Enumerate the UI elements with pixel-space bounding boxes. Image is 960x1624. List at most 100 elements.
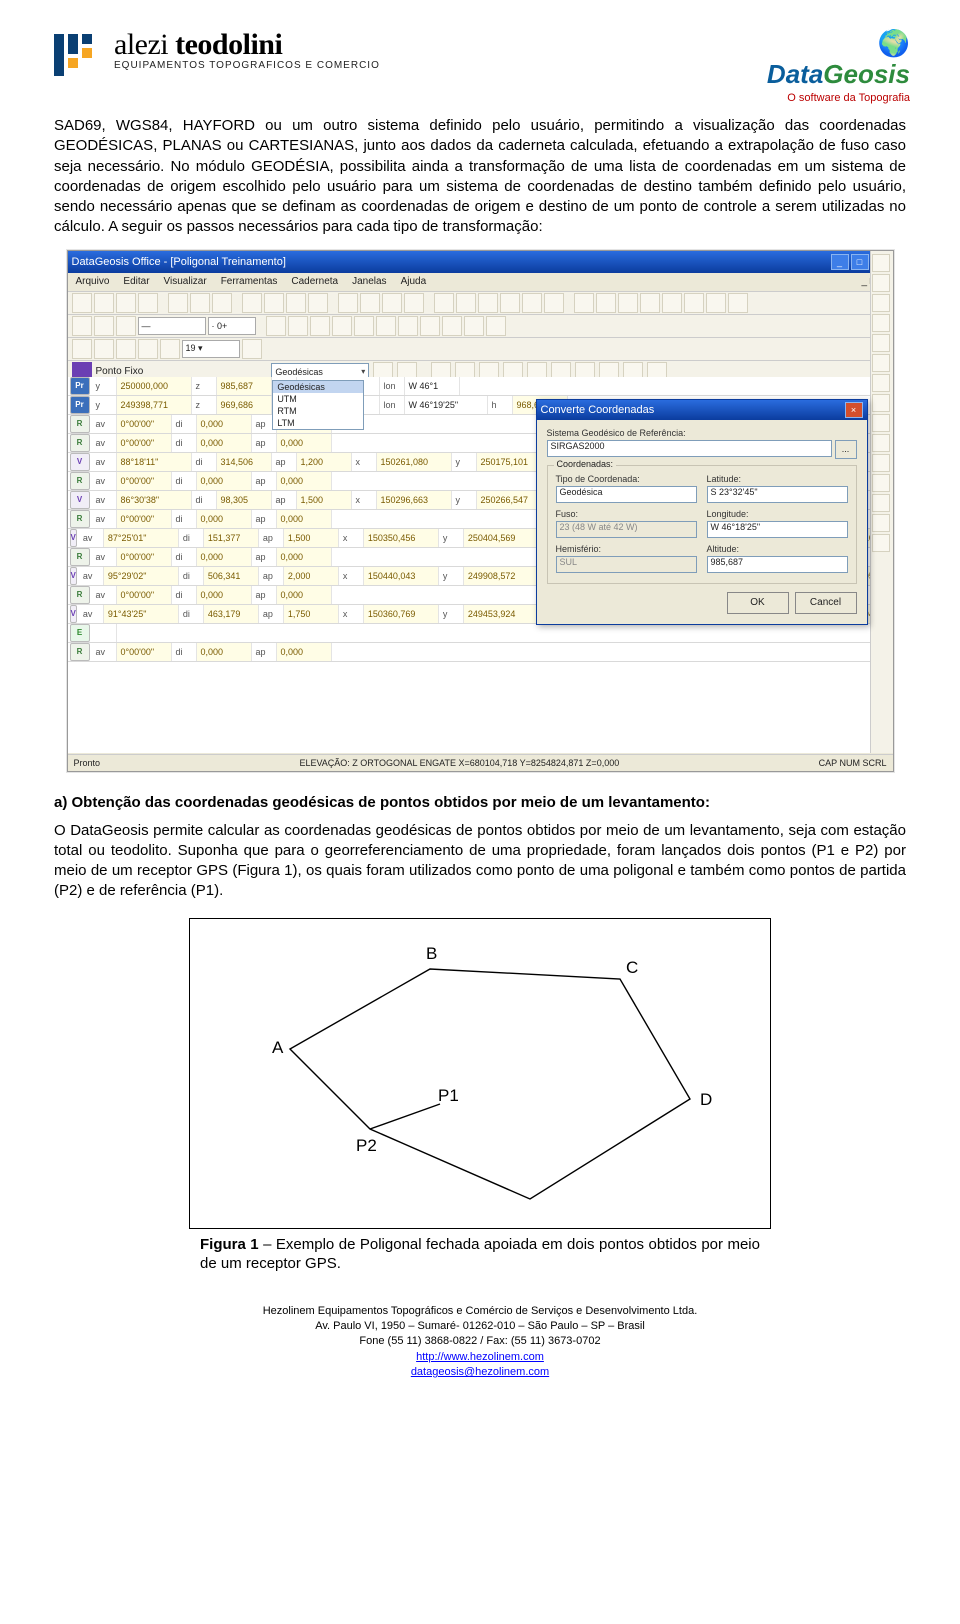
table-cell[interactable]: av xyxy=(92,472,117,490)
toolbar-button[interactable] xyxy=(456,293,476,313)
table-cell[interactable]: ap xyxy=(272,491,297,509)
table-cell[interactable]: di xyxy=(172,434,197,452)
toolbar-button[interactable] xyxy=(706,293,726,313)
table-cell[interactable]: ap xyxy=(272,453,297,471)
table-cell[interactable]: di xyxy=(172,643,197,661)
lat-input[interactable]: S 23°32'45" xyxy=(707,486,848,503)
cancel-button[interactable]: Cancel xyxy=(795,592,857,614)
table-cell[interactable]: 250404,569 xyxy=(464,529,539,547)
table-cell[interactable]: av xyxy=(79,529,104,547)
table-cell[interactable]: 0,000 xyxy=(277,434,332,452)
table-cell[interactable]: 249398,771 xyxy=(117,396,192,414)
toolbar-button[interactable] xyxy=(94,293,114,313)
table-cell[interactable]: lon xyxy=(380,377,405,395)
toolbar-button[interactable] xyxy=(116,293,136,313)
table-cell[interactable]: av xyxy=(92,453,117,471)
table-cell[interactable]: W 46°1 xyxy=(405,377,460,395)
rtool-button[interactable] xyxy=(872,434,890,452)
toolbar-button[interactable] xyxy=(116,339,136,359)
toolbar-button[interactable] xyxy=(116,316,136,336)
table-cell[interactable] xyxy=(92,624,117,642)
table-cell[interactable]: y xyxy=(452,453,477,471)
table-cell[interactable]: 0,000 xyxy=(197,548,252,566)
rtool-button[interactable] xyxy=(872,514,890,532)
table-cell[interactable]: di xyxy=(179,605,204,623)
toolbar-button[interactable] xyxy=(72,339,92,359)
lon-input[interactable]: W 46°18'25" xyxy=(707,521,848,538)
table-cell[interactable]: 150360,769 xyxy=(364,605,439,623)
toolbar-button[interactable] xyxy=(618,293,638,313)
table-cell[interactable]: 0,000 xyxy=(197,643,252,661)
toolbar-button[interactable] xyxy=(72,293,92,313)
menu-visualizar[interactable]: Visualizar xyxy=(164,276,207,287)
minimize-button[interactable]: _ xyxy=(831,254,849,270)
layer-combo[interactable]: — xyxy=(138,317,206,335)
toolbar-button[interactable] xyxy=(404,293,424,313)
layer-combo-2[interactable]: 19 ▾ xyxy=(182,340,240,358)
table-cell[interactable]: 0,000 xyxy=(277,548,332,566)
toolbar-button[interactable] xyxy=(94,316,114,336)
table-cell[interactable]: 150350,456 xyxy=(364,529,439,547)
table-cell[interactable]: 0°00'00" xyxy=(117,472,172,490)
table-cell[interactable]: z xyxy=(192,377,217,395)
maximize-button[interactable]: □ xyxy=(851,254,869,270)
table-cell[interactable]: 0,000 xyxy=(197,586,252,604)
table-cell[interactable]: x xyxy=(339,567,364,585)
rtool-button[interactable] xyxy=(872,394,890,412)
table-cell[interactable]: di xyxy=(172,415,197,433)
table-cell[interactable]: di xyxy=(172,472,197,490)
table-cell[interactable]: ap xyxy=(252,586,277,604)
style-combo[interactable]: · 0+ xyxy=(208,317,256,335)
dd-item[interactable]: UTM xyxy=(273,393,363,405)
table-cell[interactable]: 250000,000 xyxy=(117,377,192,395)
table-cell[interactable]: y xyxy=(92,377,117,395)
table-cell[interactable]: 249453,924 xyxy=(464,605,539,623)
table-cell[interactable]: x xyxy=(352,491,377,509)
toolbar-button[interactable] xyxy=(596,293,616,313)
table-cell[interactable]: 2,000 xyxy=(284,567,339,585)
toolbar-button[interactable] xyxy=(266,316,286,336)
ref-system-select[interactable]: SIRGAS2000 xyxy=(547,440,832,457)
toolbar-button[interactable] xyxy=(264,293,284,313)
menu-caderneta[interactable]: Caderneta xyxy=(291,276,338,287)
table-cell[interactable]: ap xyxy=(252,643,277,661)
table-cell[interactable]: 314,506 xyxy=(217,453,272,471)
toolbar-button[interactable] xyxy=(442,316,462,336)
table-cell[interactable]: 86°30'38" xyxy=(117,491,192,509)
rtool-button[interactable] xyxy=(872,354,890,372)
toolbar-button[interactable] xyxy=(684,293,704,313)
menu-janelas[interactable]: Janelas xyxy=(352,276,386,287)
table-cell[interactable]: z xyxy=(192,396,217,414)
toolbar-button[interactable] xyxy=(332,316,352,336)
table-cell[interactable]: di xyxy=(172,510,197,528)
table-cell[interactable]: 91°43'25" xyxy=(104,605,179,623)
table-cell[interactable]: ap xyxy=(252,472,277,490)
toolbar-button[interactable] xyxy=(288,316,308,336)
table-cell[interactable]: 87°25'01" xyxy=(104,529,179,547)
table-cell[interactable]: av xyxy=(92,434,117,452)
toolbar-button[interactable] xyxy=(522,293,542,313)
toolbar-button[interactable] xyxy=(160,339,180,359)
table-cell[interactable]: x xyxy=(339,529,364,547)
table-cell[interactable]: ap xyxy=(252,434,277,452)
table-cell[interactable]: av xyxy=(92,491,117,509)
table-cell[interactable]: av xyxy=(92,586,117,604)
toolbar-button[interactable] xyxy=(420,316,440,336)
table-cell[interactable]: h xyxy=(488,396,513,414)
table-cell[interactable]: 0,000 xyxy=(277,643,332,661)
table-cell[interactable]: di xyxy=(179,529,204,547)
footer-url[interactable]: http://www.hezolinem.com xyxy=(416,1351,544,1363)
table-cell[interactable]: 463,179 xyxy=(204,605,259,623)
table-cell[interactable]: x xyxy=(352,453,377,471)
table-cell[interactable]: ap xyxy=(252,548,277,566)
dd-item[interactable]: LTM xyxy=(273,417,363,429)
toolbar-button[interactable] xyxy=(190,293,210,313)
table-cell[interactable]: 0,000 xyxy=(277,510,332,528)
table-cell[interactable]: ap xyxy=(259,529,284,547)
toolbar-button[interactable] xyxy=(478,293,498,313)
menu-arquivo[interactable]: Arquivo xyxy=(76,276,110,287)
table-cell[interactable]: y xyxy=(439,529,464,547)
table-cell[interactable]: 0,000 xyxy=(197,415,252,433)
table-cell[interactable]: 0,000 xyxy=(197,434,252,452)
table-cell[interactable]: av xyxy=(79,567,104,585)
